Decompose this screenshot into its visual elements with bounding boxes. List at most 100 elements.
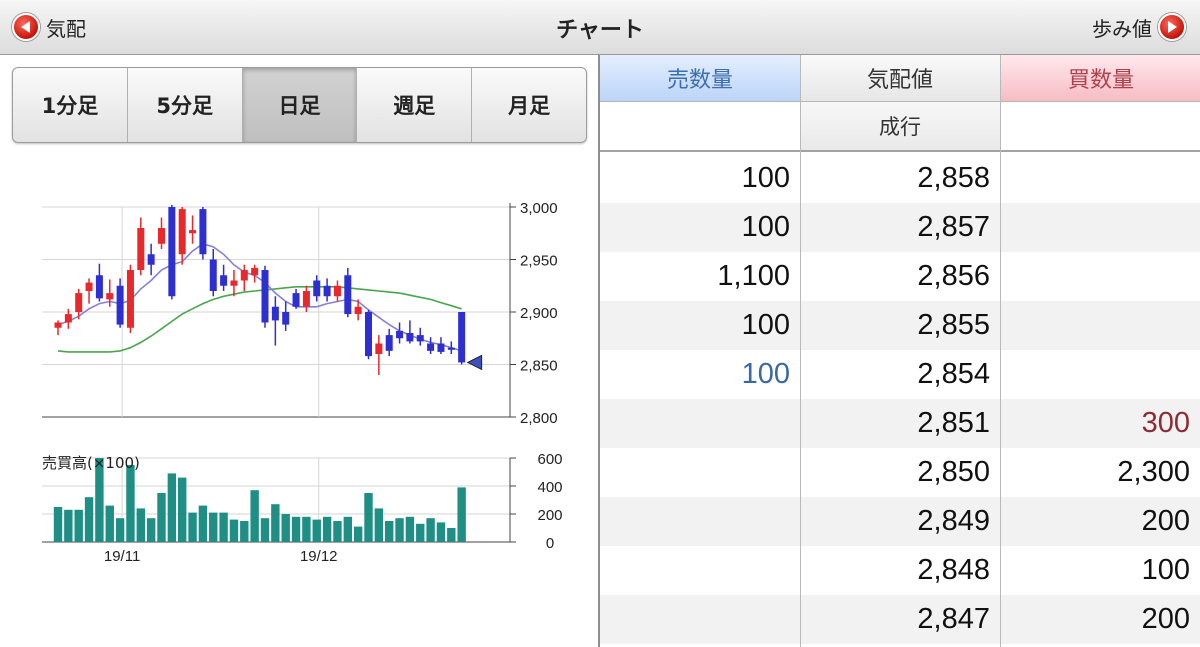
- price-cell: 2,849: [917, 505, 990, 537]
- volume-bar: [167, 473, 177, 542]
- candle-body: [313, 280, 321, 297]
- volume-tick-label: 600: [537, 451, 562, 468]
- volume-bar: [457, 487, 466, 542]
- volume-bar: [374, 508, 384, 542]
- volume-bar: [281, 514, 290, 542]
- forward-button-label: 歩み値: [1092, 16, 1152, 41]
- candle-body: [406, 333, 414, 342]
- order-book-row[interactable]: 2,850 2,300: [600, 448, 1200, 497]
- candle-body: [220, 275, 228, 286]
- volume-bar: [271, 504, 280, 542]
- candle-body: [54, 322, 62, 328]
- volume-bar: [250, 490, 259, 542]
- candle-body: [251, 267, 259, 276]
- sell-qty-cell: 100: [741, 309, 790, 341]
- order-book-row[interactable]: 2,851 300: [600, 399, 1200, 448]
- price-cell: 2,855: [917, 309, 990, 341]
- order-book-row[interactable]: 2,847 200: [600, 595, 1200, 644]
- column-divider: [800, 55, 801, 647]
- buy-qty-cell: 100: [1141, 554, 1190, 586]
- candle-body: [282, 312, 290, 325]
- buy-qty-cell: 200: [1141, 505, 1190, 537]
- order-book-rows: 100 2,858 100 2,857 1,100 2,856 100 2,855 100 2,8…: [600, 154, 1200, 644]
- volume-bar: [64, 509, 73, 542]
- volume-bar: [126, 465, 135, 542]
- volume-bar: [157, 493, 166, 542]
- y-tick-label: 2,950: [520, 253, 558, 270]
- volume-bar: [333, 521, 342, 542]
- volume-bar: [291, 516, 301, 542]
- sell-qty-header: 売数量: [600, 55, 800, 102]
- volume-tick-label: 400: [537, 479, 562, 496]
- chart-grid: [42, 203, 516, 543]
- order-book-row[interactable]: 100 2,858: [600, 154, 1200, 203]
- candle-body: [240, 270, 248, 281]
- volume-bar: [53, 507, 63, 542]
- to-ticks-button[interactable]: 歩み値: [1092, 12, 1186, 42]
- price-cell: 2,854: [917, 358, 990, 390]
- candle-body: [106, 293, 114, 300]
- sell-qty-cell: 1,100: [717, 260, 790, 292]
- price-header: 気配値: [800, 55, 1000, 102]
- sell-qty-cell: 100: [741, 211, 790, 243]
- volume-bar: [312, 519, 321, 542]
- market-order-row: 成行: [600, 102, 1200, 152]
- candle-body: [261, 270, 269, 323]
- candle-body: [396, 330, 404, 339]
- x-tick-label: 19/12: [300, 548, 338, 565]
- candle-body: [344, 275, 352, 315]
- volume-bar: [198, 505, 208, 542]
- volume-bar: [115, 518, 125, 542]
- volume-bar: [74, 509, 83, 542]
- volume-label: 売買高(×100): [42, 454, 140, 472]
- volume-bar: [188, 512, 197, 542]
- candle-body: [437, 343, 445, 352]
- candle-body: [178, 209, 186, 255]
- volume-bar: [385, 521, 394, 542]
- volume-bar: [178, 477, 187, 542]
- candle-body: [416, 335, 424, 342]
- volume-tick-label: 0: [546, 535, 554, 552]
- candle-body: [365, 312, 372, 357]
- order-book: 売数量 気配値 買数量 成行 100 2,858 100 2,857 1,100 2,85…: [598, 55, 1200, 647]
- candle-body: [189, 230, 197, 234]
- volume-bar: [395, 518, 404, 542]
- volume-bar: [260, 518, 270, 542]
- candle-body: [333, 285, 341, 297]
- header-bar: 気配 チャート 歩み値: [0, 0, 1200, 55]
- price-cell: 2,850: [917, 456, 990, 488]
- candlesticks: [54, 204, 483, 375]
- volume-bar: [416, 523, 425, 542]
- order-book-row[interactable]: 100 2,855: [600, 301, 1200, 350]
- last-price-marker: [466, 354, 483, 371]
- volume-bar: [105, 505, 114, 542]
- volume-bar: [364, 493, 373, 542]
- candle-body: [116, 285, 124, 325]
- order-book-row[interactable]: 1,100 2,856: [600, 252, 1200, 301]
- sell-qty-cell: 100: [741, 162, 790, 194]
- y-tick-label: 2,850: [520, 358, 558, 375]
- candle-body: [230, 280, 238, 286]
- volume-bar: [84, 497, 94, 542]
- candle-body: [302, 291, 310, 307]
- candle-body: [271, 306, 279, 321]
- volume-bar: [136, 508, 145, 542]
- candle-body: [168, 207, 176, 297]
- price-cell: 2,847: [917, 603, 990, 635]
- price-chart[interactable]: 3,000 2,950 2,900 2,850 2,800 19/11 19/12 600 40…: [0, 55, 598, 647]
- order-book-row[interactable]: 100 2,854: [600, 350, 1200, 399]
- order-book-row[interactable]: 2,848 100: [600, 546, 1200, 595]
- buy-qty-cell: [1000, 252, 1200, 301]
- sell-qty-cell: [600, 399, 800, 448]
- candle-body: [158, 228, 165, 244]
- buy-qty-cell: 200: [1141, 603, 1190, 635]
- order-book-row[interactable]: 2,849 200: [600, 497, 1200, 546]
- sell-qty-cell: 100: [741, 358, 790, 390]
- volume-bar: [209, 512, 218, 542]
- order-book-row[interactable]: 100 2,857: [600, 203, 1200, 252]
- page-title: チャート: [556, 18, 644, 43]
- candle-body: [447, 347, 455, 350]
- volume-bar: [343, 516, 352, 542]
- sell-qty-cell: [600, 595, 800, 644]
- buy-qty-cell: [1000, 203, 1200, 252]
